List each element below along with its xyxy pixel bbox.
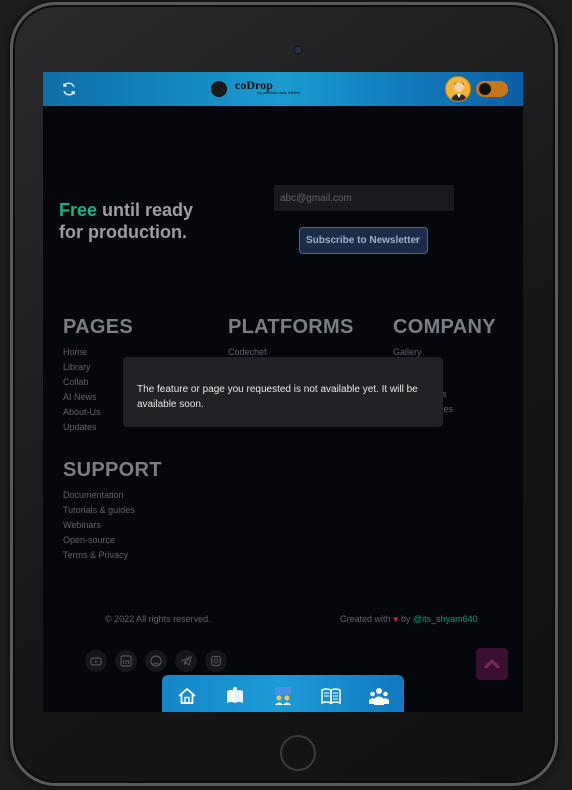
subscribe-label: Subscribe to Newsletter: [306, 235, 420, 246]
footer-company: COMPANY Gallery: [393, 316, 496, 360]
footer-link-terms[interactable]: Terms & Privacy: [63, 548, 162, 563]
heart-icon: ♥: [393, 614, 399, 624]
hero-line1: until ready: [97, 200, 194, 220]
footer-link-documentation[interactable]: Documentation: [63, 488, 162, 503]
library-icon[interactable]: [224, 685, 246, 707]
site-logo[interactable]: coDrop my portfolio daily folders: [211, 77, 321, 101]
credit-text: Created with ♥ by @its_shyam640: [340, 614, 478, 624]
hero-heading: Free until ready for production.: [59, 199, 239, 243]
home-button[interactable]: [280, 735, 316, 771]
camera-icon: [293, 45, 303, 55]
toggle-knob: [479, 83, 491, 95]
footer-company-title: COMPANY: [393, 316, 496, 338]
toast-message: The feature or page you requested is not…: [137, 384, 418, 410]
footer-link-webinars[interactable]: Webinars: [63, 518, 162, 533]
hero-accent-word: Free: [59, 200, 98, 220]
credit-prefix: Created with: [340, 614, 391, 624]
news-icon[interactable]: [320, 685, 342, 707]
app-screen: coDrop my portfolio daily folders Free u…: [43, 72, 523, 712]
collab-icon[interactable]: [272, 685, 294, 707]
footer-support: SUPPORT Documentation Tutorials & guides…: [63, 459, 162, 563]
logo-mark-icon: [211, 81, 227, 97]
youtube-icon[interactable]: [85, 650, 107, 672]
footer-link-home[interactable]: Home: [63, 345, 133, 360]
newsletter-email-input[interactable]: [274, 185, 454, 211]
top-bar: coDrop my portfolio daily folders: [43, 72, 523, 106]
footer-pages-title: PAGES: [63, 316, 134, 338]
github-icon[interactable]: [145, 650, 167, 672]
telegram-icon[interactable]: [175, 650, 197, 672]
chevron-left-icon: ‹: [415, 234, 419, 245]
user-avatar-icon[interactable]: [445, 76, 471, 102]
unavailable-toast: The feature or page you requested is not…: [123, 357, 443, 427]
footer-support-title: SUPPORT: [63, 459, 162, 481]
logo-tagline: my portfolio daily folders: [257, 90, 301, 95]
credit-by: by: [400, 614, 411, 624]
linkedin-icon[interactable]: [115, 650, 137, 672]
instagram-icon[interactable]: [205, 650, 227, 672]
subscribe-button[interactable]: Subscribe to Newsletter ‹: [299, 227, 428, 254]
theme-toggle[interactable]: [476, 81, 508, 97]
bottom-navigation: [162, 675, 404, 712]
footer-platforms: PLATFORMS Codechef: [228, 316, 354, 360]
hero-line2: for production.: [59, 222, 187, 242]
footer-link-open-source[interactable]: Open-source: [63, 533, 162, 548]
scroll-to-top-button[interactable]: [476, 648, 508, 680]
home-icon[interactable]: [176, 685, 198, 707]
refresh-icon[interactable]: [61, 81, 77, 97]
footer-link-tutorials[interactable]: Tutorials & guides: [63, 503, 162, 518]
footer-platforms-title: PLATFORMS: [228, 316, 354, 338]
copyright-text: © 2022 All rights reserved.: [105, 614, 211, 624]
credit-handle-link[interactable]: @its_shyam640: [413, 614, 478, 624]
community-icon[interactable]: [368, 685, 390, 707]
